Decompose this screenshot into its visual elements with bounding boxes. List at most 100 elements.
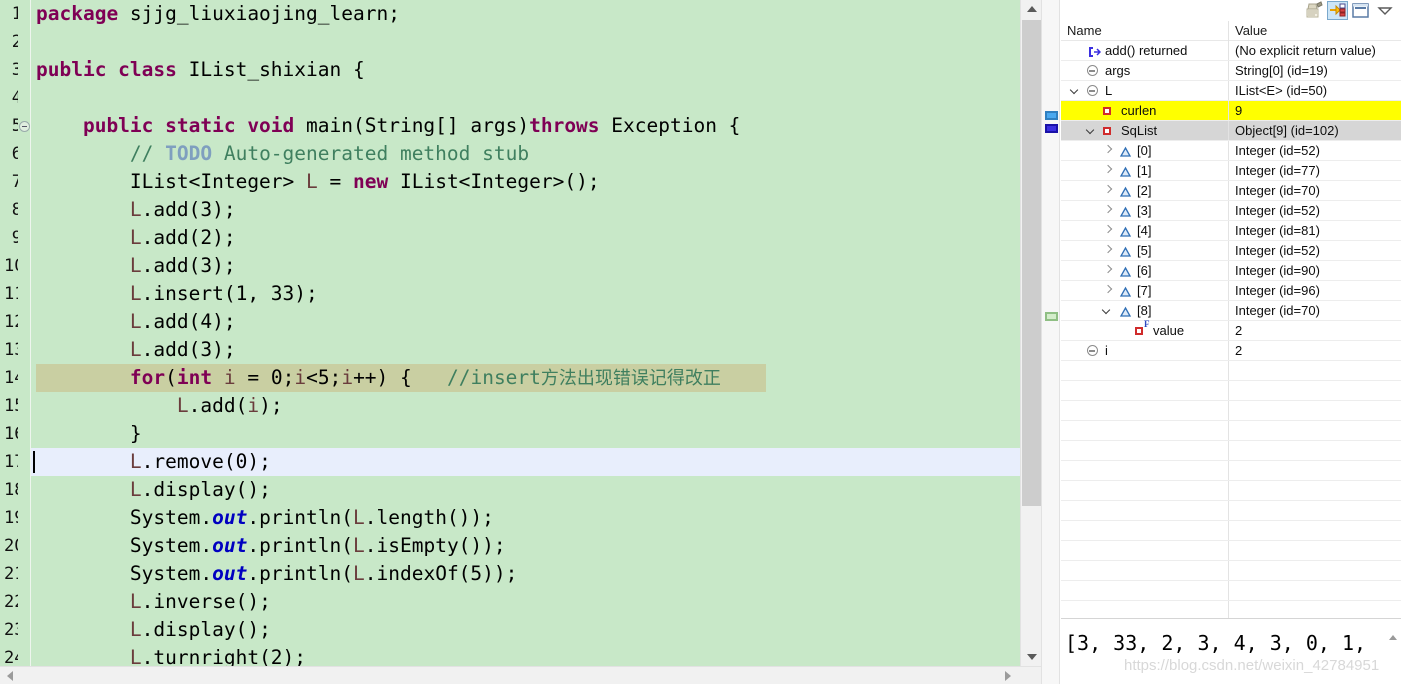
line-number: 20	[4, 536, 18, 556]
editor-vscroll-thumb[interactable]	[1022, 20, 1041, 506]
collapse-all-icon[interactable]	[1304, 1, 1325, 20]
fold-collapse-icon[interactable]	[19, 121, 30, 132]
code-line[interactable]: 5 public static void main(String[] args)…	[0, 112, 1020, 140]
line-number: 3	[11, 60, 18, 80]
code-line[interactable]: 21 System.out.println(L.indexOf(5));	[0, 560, 1020, 588]
variable-row-empty	[1061, 441, 1401, 461]
code-line[interactable]: 14 for(int i = 0;i<5;i++) { //insert方法出现…	[0, 364, 1020, 392]
code-line[interactable]: 6 // TODO Auto-generated method stub	[0, 140, 1020, 168]
chevron-right-icon[interactable]	[1103, 286, 1113, 296]
gutter-separator	[30, 588, 31, 616]
variable-row[interactable]: [5] Integer (id=52)	[1061, 241, 1401, 261]
editor-horizontal-scrollbar[interactable]	[0, 666, 1041, 684]
chevron-down-icon[interactable]	[1071, 86, 1081, 96]
code-line[interactable]: 16 }	[0, 420, 1020, 448]
chevron-right-icon[interactable]	[1103, 206, 1113, 216]
code-line[interactable]: 4	[0, 84, 1020, 112]
column-header-value[interactable]: Value	[1235, 23, 1267, 38]
overview-marker[interactable]	[1045, 312, 1058, 321]
variable-row[interactable]: [7] Integer (id=96)	[1061, 281, 1401, 301]
chevron-right-icon[interactable]	[1103, 166, 1113, 176]
chevron-right-icon[interactable]	[1103, 246, 1113, 256]
code-line-text: L.display();	[129, 478, 271, 501]
array-elem-icon	[1119, 245, 1132, 258]
gutter-separator	[30, 280, 31, 308]
chevron-right-icon[interactable]	[1103, 266, 1113, 276]
variable-row[interactable]: SqList Object[9] (id=102)	[1061, 121, 1401, 141]
layout-icon[interactable]	[1350, 1, 1371, 20]
code-line[interactable]: 9 L.add(2);	[0, 224, 1020, 252]
code-line[interactable]: 1 package sjjg_liuxiaojing_learn;	[0, 0, 1020, 28]
console-scrollbar[interactable]	[1385, 627, 1401, 684]
overview-marker[interactable]	[1045, 111, 1058, 120]
variable-row[interactable]: value 2	[1061, 319, 1401, 341]
code-line[interactable]: 18 L.display();	[0, 476, 1020, 504]
row-column-divider	[1228, 601, 1229, 618]
scroll-down-arrow-icon[interactable]	[1021, 648, 1041, 666]
variables-tree[interactable]: add() returned (No explicit return value)…	[1061, 41, 1401, 618]
gutter-separator	[30, 420, 31, 448]
code-editor[interactable]: 1 package sjjg_liuxiaojing_learn; 2 3 public…	[0, 0, 1041, 684]
variable-row[interactable]: [6] Integer (id=90)	[1061, 261, 1401, 281]
array-elem-icon	[1119, 285, 1132, 298]
code-line[interactable]: 22 L.inverse();	[0, 588, 1020, 616]
row-column-divider	[1228, 141, 1229, 160]
text-caret	[33, 451, 35, 473]
array-elem-icon	[1119, 265, 1132, 278]
code-line[interactable]: 19 System.out.println(L.length());	[0, 504, 1020, 532]
view-menu-icon[interactable]	[1375, 1, 1396, 20]
show-logical-structure-icon[interactable]	[1327, 1, 1348, 20]
code-line-text: L.add(2);	[129, 226, 236, 249]
chevron-right-icon[interactable]	[1103, 226, 1113, 236]
variable-row[interactable]: [2] Integer (id=70)	[1061, 181, 1401, 201]
column-header-name[interactable]: Name	[1067, 23, 1102, 38]
code-line[interactable]: 20 System.out.println(L.isEmpty());	[0, 532, 1020, 560]
code-line[interactable]: 7 IList<Integer> L = new IList<Integer>(…	[0, 168, 1020, 196]
code-line[interactable]: 12 L.add(4);	[0, 308, 1020, 336]
line-number: 4	[11, 88, 18, 108]
code-line-text: package sjjg_liuxiaojing_learn;	[36, 2, 400, 25]
gutter-separator	[30, 224, 31, 252]
code-line-text: }	[36, 422, 142, 445]
editor-vertical-scrollbar[interactable]	[1020, 0, 1041, 666]
code-line[interactable]: 2	[0, 28, 1020, 56]
scroll-up-arrow-icon[interactable]	[1021, 0, 1041, 18]
code-line[interactable]: 8 L.add(3);	[0, 196, 1020, 224]
code-text-area[interactable]: 1 package sjjg_liuxiaojing_learn; 2 3 public…	[0, 0, 1020, 666]
variable-row[interactable]: add() returned (No explicit return value)	[1061, 41, 1401, 61]
variable-row[interactable]: [4] Integer (id=81)	[1061, 221, 1401, 241]
code-line[interactable]: 10 L.add(3);	[0, 252, 1020, 280]
chevron-down-icon[interactable]	[1087, 126, 1097, 136]
array-elem-icon	[1119, 225, 1132, 238]
overview-ruler[interactable]	[1041, 0, 1060, 684]
variable-row[interactable]: [1] Integer (id=77)	[1061, 161, 1401, 181]
overview-marker[interactable]	[1045, 124, 1058, 133]
code-line[interactable]: 24 L.turnright(2);	[0, 644, 1020, 666]
chevron-right-icon[interactable]	[1103, 146, 1113, 156]
variable-name: [2]	[1137, 183, 1152, 198]
variable-value: (No explicit return value)	[1235, 43, 1376, 58]
gutter-separator	[30, 532, 31, 560]
code-line[interactable]: 15 L.add(i);	[0, 392, 1020, 420]
variable-row[interactable]: [3] Integer (id=52)	[1061, 201, 1401, 221]
scroll-right-arrow-icon[interactable]	[1000, 667, 1017, 684]
variable-row[interactable]: i2	[1061, 341, 1401, 361]
chevron-down-icon[interactable]	[1103, 306, 1113, 316]
array-elem-icon	[1119, 185, 1132, 198]
line-number: 10	[4, 256, 18, 276]
variable-value: 2	[1235, 343, 1243, 358]
variable-row[interactable]: args String[0] (id=19)	[1061, 61, 1401, 81]
code-line[interactable]: 17 L.remove(0);	[0, 448, 1020, 476]
variable-row[interactable]: L IList<E> (id=50)	[1061, 81, 1401, 101]
variable-row[interactable]: curlen 9	[1061, 101, 1401, 121]
code-line[interactable]: 11 L.insert(1, 33);	[0, 280, 1020, 308]
code-line[interactable]: 23 L.display();	[0, 616, 1020, 644]
code-line[interactable]: 3 public class IList_shixian {	[0, 56, 1020, 84]
variable-row[interactable]: [8] Integer (id=70)	[1061, 301, 1401, 321]
line-number: 18	[4, 480, 18, 500]
scroll-left-arrow-icon[interactable]	[2, 667, 19, 684]
variable-row[interactable]: [0] Integer (id=52)	[1061, 141, 1401, 161]
chevron-right-icon[interactable]	[1103, 186, 1113, 196]
code-line[interactable]: 13 L.add(3);	[0, 336, 1020, 364]
console-view[interactable]: [3, 33, 2, 3, 4, 3, 0, 1,	[1061, 618, 1401, 684]
